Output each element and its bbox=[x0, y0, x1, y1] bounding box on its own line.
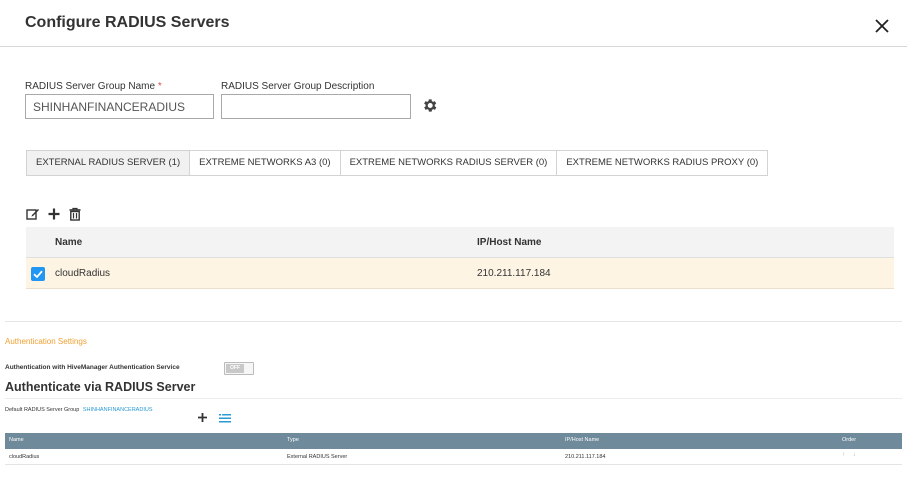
tab-extreme-networks-a3[interactable]: EXTREME NETWORKS A3 (0) bbox=[190, 151, 341, 175]
edit-icon[interactable] bbox=[26, 207, 40, 221]
delete-icon[interactable] bbox=[68, 207, 82, 221]
row-checkbox[interactable] bbox=[31, 267, 45, 281]
table-header: Name Type IP/Host Name Order bbox=[5, 433, 902, 449]
subsection-divider bbox=[5, 398, 902, 399]
hivemanager-auth-label: Authentication with HiveManager Authenti… bbox=[5, 364, 180, 371]
default-group-link[interactable]: SHINHANFINANCERADIUS bbox=[83, 407, 153, 413]
order-arrows-icon[interactable]: ↑ ↓ bbox=[842, 452, 859, 458]
table-row[interactable]: cloudRadius External RADIUS Server 210.2… bbox=[5, 449, 902, 465]
hivemanager-auth-toggle[interactable]: OFF bbox=[224, 362, 254, 375]
column-header-host[interactable]: IP/Host Name bbox=[565, 437, 599, 443]
tab-extreme-networks-radius-proxy[interactable]: EXTREME NETWORKS RADIUS PROXY (0) bbox=[557, 151, 768, 175]
table-header: Name IP/Host Name bbox=[26, 227, 894, 258]
section-divider bbox=[5, 321, 902, 322]
group-description-label: RADIUS Server Group Description bbox=[221, 81, 375, 92]
add-icon[interactable] bbox=[47, 207, 61, 221]
column-header-type[interactable]: Type bbox=[287, 437, 299, 443]
default-group-row: Default RADIUS Server Group SHINHANFINAN… bbox=[5, 407, 153, 413]
default-group-label: Default RADIUS Server Group bbox=[5, 407, 80, 413]
row-name: cloudRadius bbox=[9, 454, 40, 460]
server-toolbar bbox=[26, 206, 82, 222]
close-icon[interactable] bbox=[873, 17, 891, 35]
add-group-icon[interactable] bbox=[197, 410, 208, 422]
row-host: 210.211.117.184 bbox=[565, 454, 606, 460]
authentication-settings-title: Authentication Settings bbox=[5, 337, 87, 346]
column-header-host[interactable]: IP/Host Name bbox=[477, 237, 541, 248]
table-row[interactable]: cloudRadius 210.211.117.184 bbox=[26, 258, 894, 289]
radius-server-table: Name IP/Host Name cloudRadius 210.211.11… bbox=[26, 227, 894, 289]
list-groups-icon[interactable] bbox=[219, 410, 231, 423]
gear-icon[interactable] bbox=[421, 97, 438, 114]
group-name-label: RADIUS Server Group Name * bbox=[25, 81, 162, 92]
toggle-state-label: OFF bbox=[226, 364, 244, 373]
server-type-tabs: EXTERNAL RADIUS SERVER (1) EXTREME NETWO… bbox=[26, 150, 769, 176]
row-type: External RADIUS Server bbox=[287, 454, 348, 460]
tab-extreme-networks-radius-server[interactable]: EXTREME NETWORKS RADIUS SERVER (0) bbox=[340, 151, 558, 175]
tab-external-radius-server[interactable]: EXTERNAL RADIUS SERVER (1) bbox=[27, 151, 191, 175]
column-header-order[interactable]: Order bbox=[842, 437, 856, 443]
column-header-name[interactable]: Name bbox=[9, 437, 24, 443]
column-header-name[interactable]: Name bbox=[55, 237, 82, 248]
group-name-input[interactable]: SHINHANFINANCERADIUS bbox=[25, 94, 214, 119]
row-host: 210.211.117.184 bbox=[477, 268, 551, 279]
group-description-input[interactable] bbox=[221, 94, 411, 119]
authenticate-via-radius-title: Authenticate via RADIUS Server bbox=[5, 380, 196, 394]
modal-title: Configure RADIUS Servers bbox=[25, 14, 230, 31]
required-marker: * bbox=[157, 81, 162, 92]
modal-header: Configure RADIUS Servers bbox=[0, 0, 907, 47]
auth-radius-server-table: Name Type IP/Host Name Order cloudRadius… bbox=[5, 433, 902, 465]
row-name: cloudRadius bbox=[55, 268, 111, 279]
